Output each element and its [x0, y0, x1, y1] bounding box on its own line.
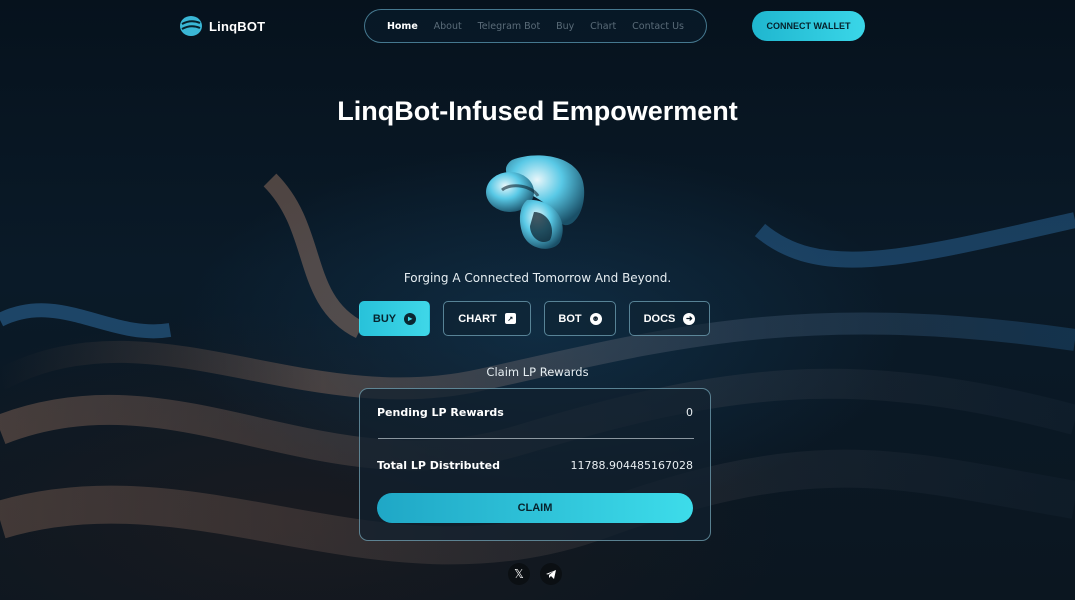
divider [378, 438, 694, 439]
nav-item-about[interactable]: About [434, 21, 462, 32]
x-icon[interactable]: 𝕏 [508, 563, 530, 585]
pending-rewards-value: 0 [686, 406, 693, 419]
total-distributed-value: 11788.904485167028 [570, 459, 693, 472]
claim-heading: Claim LP Rewards [486, 365, 589, 379]
page-title: LinqBot-Infused Empowerment [337, 96, 738, 126]
connect-wallet-button[interactable]: CONNECT WALLET [752, 11, 865, 41]
main-nav: Home About Telegram Bot Buy Chart Contac… [364, 9, 707, 43]
nav-item-contact-us[interactable]: Contact Us [632, 21, 684, 32]
docs-button[interactable]: DOCS ➜ [629, 301, 710, 336]
bot-button-label: BOT [558, 312, 582, 325]
chart-button-label: CHART [458, 312, 497, 325]
mascot-image [482, 150, 588, 254]
chart-icon: ↗ [504, 313, 516, 324]
hero-actions: BUY ▸ CHART ↗ BOT ☻ DOCS ➜ [359, 301, 710, 336]
logo-icon [179, 15, 203, 37]
bot-button[interactable]: BOT ☻ [544, 301, 616, 336]
robot-icon: ☻ [589, 312, 602, 325]
total-distributed-label: Total LP Distributed [377, 459, 500, 472]
arrow-circle-icon: ➜ [683, 312, 696, 325]
nav-item-buy[interactable]: Buy [556, 21, 574, 32]
arrow-circle-icon: ▸ [404, 312, 417, 325]
nav-item-chart[interactable]: Chart [590, 21, 616, 32]
chart-button[interactable]: CHART ↗ [443, 301, 531, 336]
total-distributed-row: Total LP Distributed 11788.904485167028 [377, 459, 693, 472]
social-links: 𝕏 [508, 563, 562, 585]
buy-button[interactable]: BUY ▸ [359, 301, 430, 336]
brand-name: LinqBOT [209, 18, 266, 34]
brand-logo[interactable]: LinqBOT [179, 15, 265, 37]
nav-item-home[interactable]: Home [387, 21, 418, 32]
claim-card: Pending LP Rewards 0 Total LP Distribute… [359, 388, 711, 541]
tagline: Forging A Connected Tomorrow And Beyond. [403, 271, 672, 285]
nav-item-telegram-bot[interactable]: Telegram Bot [478, 21, 541, 32]
telegram-icon[interactable] [540, 563, 562, 585]
pending-rewards-row: Pending LP Rewards 0 [377, 406, 693, 419]
pending-rewards-label: Pending LP Rewards [377, 406, 504, 419]
claim-button[interactable]: CLAIM [377, 493, 693, 523]
buy-button-label: BUY [372, 312, 397, 325]
docs-button-label: DOCS [643, 312, 676, 325]
